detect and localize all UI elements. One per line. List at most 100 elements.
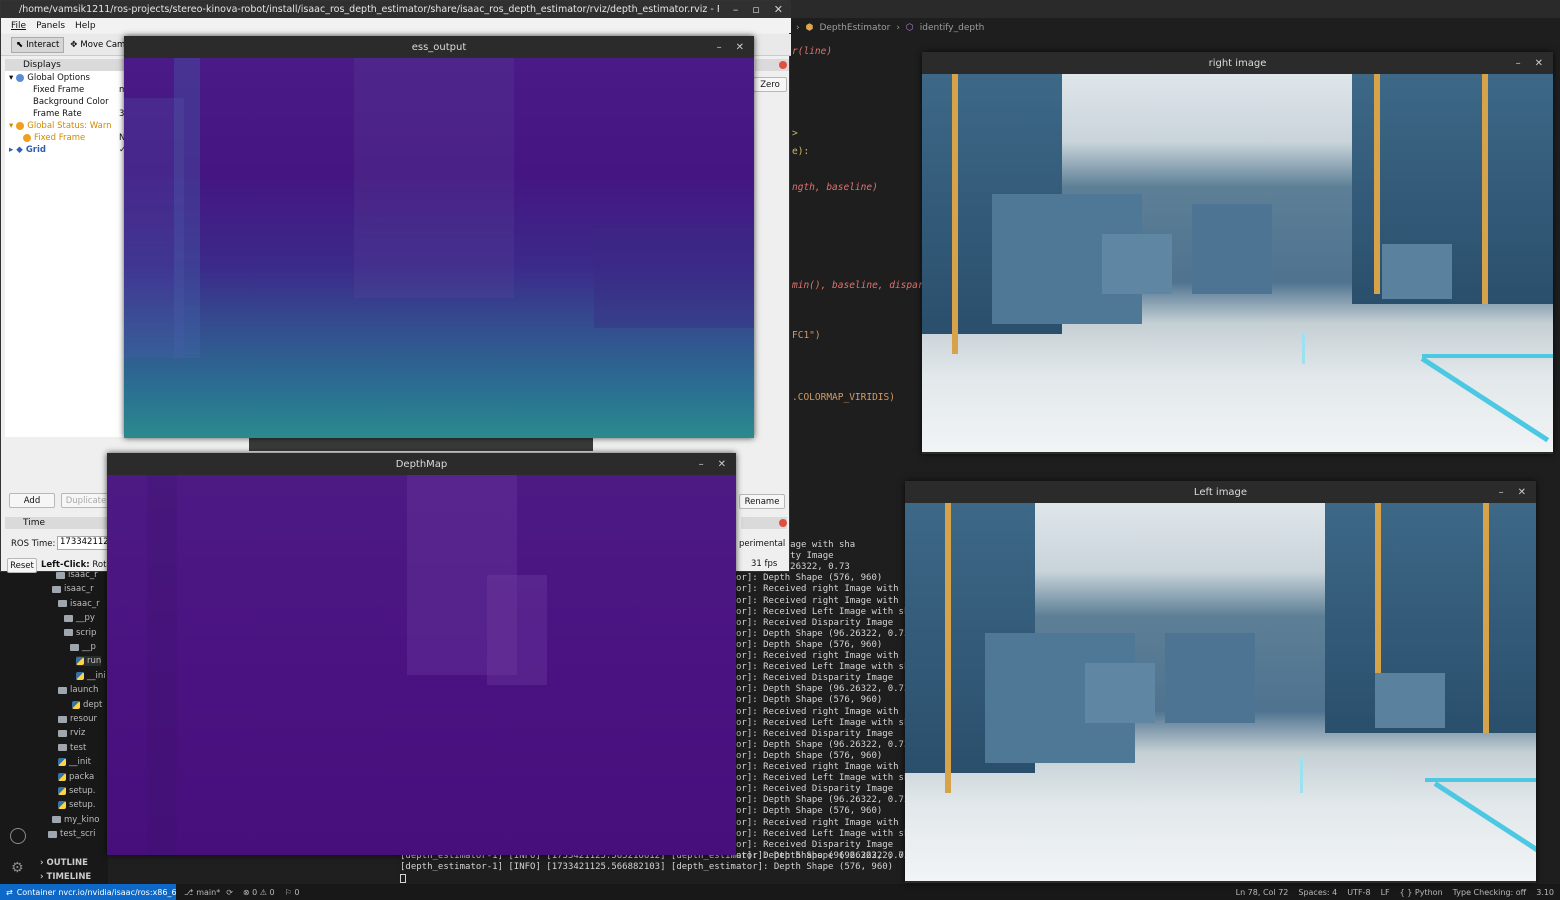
python-file-icon	[58, 772, 66, 781]
tree-item-label: resour	[70, 714, 98, 724]
ros-time-field[interactable]: 1733421125	[57, 536, 109, 550]
status-item[interactable]: UTF-8	[1347, 888, 1370, 897]
status-item[interactable]: Spaces: 4	[1298, 888, 1337, 897]
experimental-checkbox-label[interactable]: perimental	[739, 539, 785, 549]
code-line: >	[792, 128, 798, 139]
tree-item[interactable]: setup.	[58, 786, 95, 796]
minimize-button[interactable]: –	[699, 459, 704, 470]
tree-item[interactable]: isaac_r	[52, 584, 94, 594]
outline-section[interactable]: › OUTLINE	[40, 858, 88, 868]
ports-count[interactable]: ⚐ 0	[285, 888, 300, 897]
tree-item-label: __py	[76, 613, 95, 624]
global-status-row[interactable]: ▾ Global Status: Warn	[9, 121, 112, 131]
close-panel-icon[interactable]	[779, 519, 787, 527]
close-button[interactable]: ✕	[718, 459, 726, 470]
folder-icon	[70, 643, 79, 651]
minimize-button[interactable]: –	[733, 3, 739, 16]
reset-button[interactable]: Reset	[7, 558, 37, 573]
terminal-line: or]: Received right Image with sh	[736, 817, 908, 828]
interact-tool[interactable]: ⬉ Interact	[11, 36, 65, 53]
tree-item[interactable]: isaac_r	[58, 599, 100, 609]
close-button[interactable]: ✕	[1518, 487, 1526, 498]
left-camera-image	[905, 503, 1536, 881]
tree-item-label: run	[87, 656, 102, 667]
tree-item[interactable]: __py	[64, 613, 95, 623]
tree-item[interactable]: dept	[72, 700, 102, 710]
status-item[interactable]: Ln 78, Col 72	[1236, 888, 1289, 897]
status-item[interactable]: LF	[1381, 888, 1390, 897]
render-viewport[interactable]	[249, 437, 593, 451]
move-camera-tool[interactable]: ✥ Move Came	[70, 40, 130, 50]
fixed-frame-label: Fixed Frame	[33, 85, 85, 95]
tree-item[interactable]: setup.	[58, 800, 95, 810]
folder-icon	[58, 600, 67, 608]
tree-item[interactable]: scrip	[64, 628, 96, 638]
tree-item[interactable]: __p	[70, 642, 96, 652]
menu-panels[interactable]: Panels	[36, 21, 65, 31]
tree-item[interactable]: launch	[58, 685, 98, 695]
tree-item[interactable]: test_scri	[48, 829, 96, 839]
tree-item[interactable]: test	[58, 743, 86, 753]
zero-button[interactable]: Zero	[753, 77, 787, 92]
window-controls: – ✕	[1499, 481, 1526, 503]
close-button[interactable]: ✕	[1535, 58, 1543, 69]
branch-name[interactable]: main*	[196, 888, 220, 897]
depth-aisle-shape	[354, 58, 514, 298]
status-item[interactable]: Type Checking: off	[1453, 888, 1527, 897]
chevron-right-icon: ›	[40, 858, 44, 868]
tree-item-label: setup.	[69, 786, 96, 796]
chevron-right-icon: ▸	[9, 145, 14, 155]
status-item[interactable]: 3.10	[1536, 888, 1554, 897]
minimize-button[interactable]: –	[1499, 487, 1504, 498]
close-panel-icon[interactable]	[779, 61, 787, 69]
depthmap-image	[107, 475, 736, 855]
breadcrumb-separator: ›	[896, 23, 900, 33]
python-file-icon	[58, 787, 66, 795]
tree-item[interactable]: my_kino	[52, 815, 99, 825]
tree-item[interactable]: __ini	[76, 671, 106, 681]
account-icon[interactable]	[10, 828, 26, 844]
tree-item[interactable]: run	[76, 656, 102, 667]
breadcrumb-method[interactable]: identify_depth	[920, 23, 985, 33]
code-line: .COLORMAP_VIRIDIS)	[792, 392, 895, 403]
tree-item[interactable]: rviz	[58, 728, 85, 738]
rack-beam-shape	[945, 503, 951, 793]
displays-tree[interactable]: ▾ Global Options Fixed Frame Background …	[5, 71, 125, 437]
close-button[interactable]: ✕	[736, 42, 744, 53]
activity-bar: ⚙	[0, 570, 36, 884]
timeline-section[interactable]: › TIMELINE	[40, 872, 91, 882]
rename-button[interactable]: Rename	[739, 494, 785, 509]
floor-marking	[1433, 781, 1536, 857]
terminal-line: or]: Depth Shape (96.26322, 0.73	[736, 628, 908, 639]
crate-shape	[1085, 663, 1155, 723]
terminal-line: or]: Received Left Image with sha	[736, 828, 908, 839]
gear-icon[interactable]: ⚙	[11, 860, 24, 876]
remote-indicator[interactable]: ⇄ Container nvcr.io/nvidia/isaac/ros:x86…	[0, 884, 176, 900]
global-options-row[interactable]: ▾ Global Options	[9, 73, 90, 83]
explorer-panel[interactable]: isaac_r isaac_r isaac_r __py scrip __p run __in…	[36, 570, 108, 884]
minimize-button[interactable]: –	[1516, 58, 1521, 69]
breadcrumb[interactable]: › ⬢ DepthEstimator › ⬡ identify_depth	[788, 18, 1560, 38]
window-titlebar: right image – ✕	[922, 52, 1553, 74]
status-item[interactable]: { } Python	[1400, 888, 1443, 897]
sync-icon[interactable]: ⟳	[226, 888, 233, 897]
class-icon: ⬢	[805, 23, 814, 33]
terminal-line: or]: Received right Image with sh	[736, 706, 908, 717]
breadcrumb-class[interactable]: DepthEstimator	[819, 23, 890, 33]
minimize-button[interactable]: –	[717, 42, 722, 53]
tree-item[interactable]: packa	[58, 772, 94, 782]
menu-help[interactable]: Help	[75, 21, 96, 31]
status-hint: Left-Click: Rota	[41, 560, 112, 570]
tree-item[interactable]: __init	[58, 757, 91, 767]
fixed-frame-warning-row[interactable]: Fixed Frame	[23, 133, 85, 143]
menu-file[interactable]: File	[11, 21, 26, 31]
add-button[interactable]: Add	[9, 493, 55, 508]
close-button[interactable]: ✕	[774, 3, 783, 16]
maximize-button[interactable]: ▫	[752, 3, 759, 16]
tree-item[interactable]: resour	[58, 714, 97, 724]
tree-item-label: isaac_r	[70, 598, 100, 609]
grid-row[interactable]: ▸ ◆ Grid	[9, 145, 46, 155]
terminal-line: or]: Received right Image with sh	[736, 762, 908, 772]
problems-count[interactable]: ⊗ 0 ⚠ 0	[243, 888, 275, 897]
terminal-line: or]: Received Left Image with sha	[736, 662, 908, 673]
